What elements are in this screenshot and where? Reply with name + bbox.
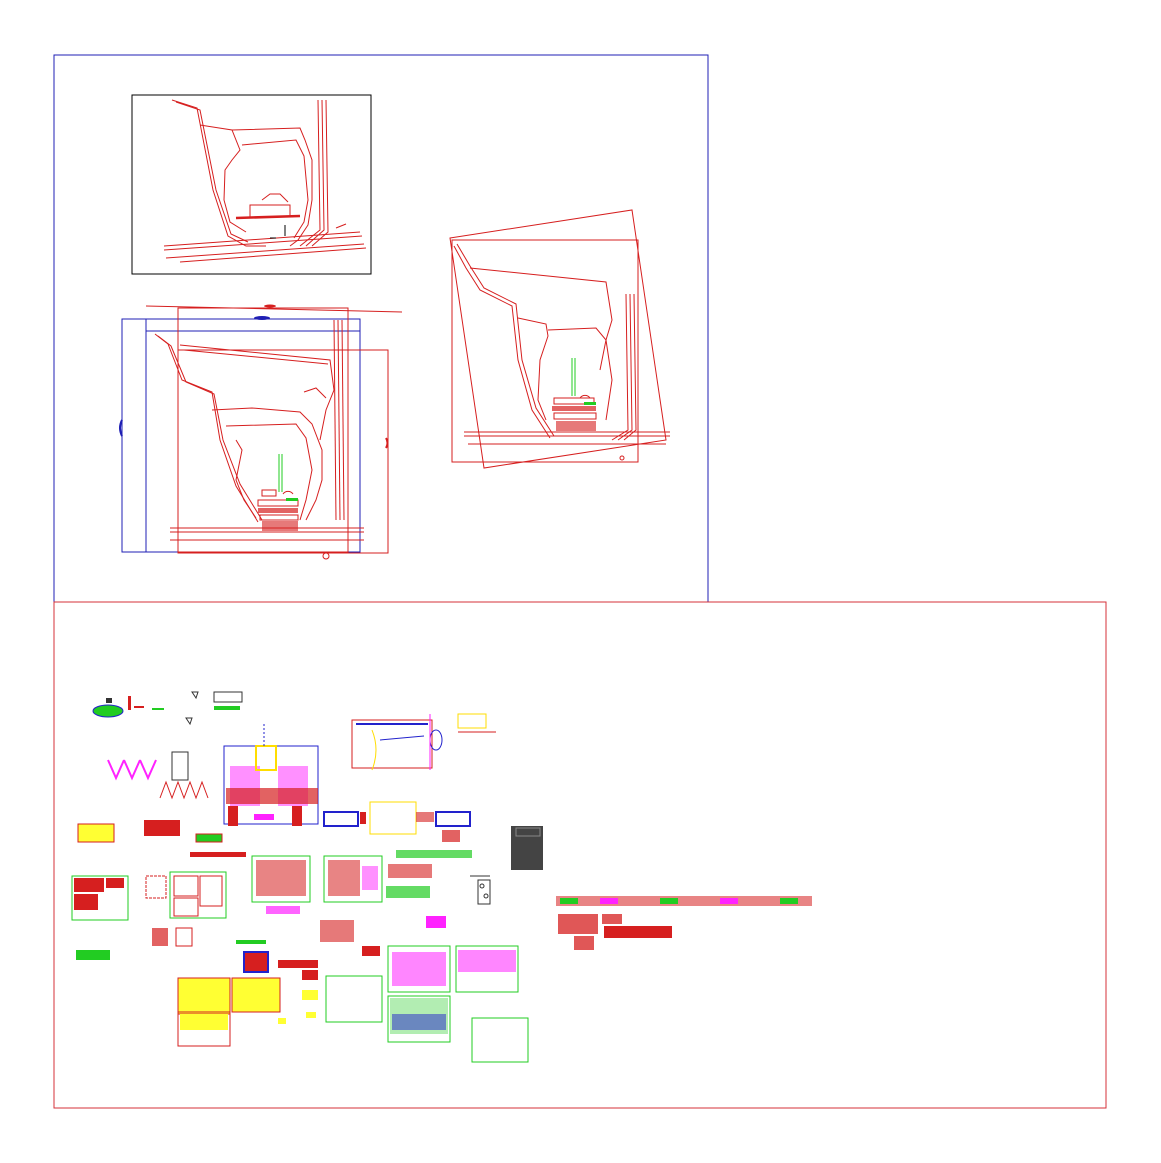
plan-view-2-detail — [257, 454, 299, 531]
detail-logo-cluster — [92, 691, 243, 726]
detail-v-shapes — [107, 759, 157, 781]
detail-tile-grid — [236, 940, 318, 980]
cad-drawing-canvas[interactable] — [0, 0, 1161, 1163]
detail-dark-block — [511, 826, 543, 870]
detail-building-plan — [223, 724, 319, 826]
detail-right-strip — [556, 896, 812, 950]
detail-section-sheet — [351, 713, 496, 771]
plan-view-1-frame — [131, 94, 372, 275]
plan-view-1[interactable] — [131, 94, 372, 275]
detail-green-sheets — [251, 801, 529, 1063]
detail-comb — [159, 751, 209, 800]
plan-view-2[interactable] — [119, 304, 403, 560]
plan-view-3-detail — [552, 358, 597, 431]
plan-view-3[interactable] — [449, 209, 670, 469]
plan-view-1-outline — [163, 99, 367, 263]
detail-column — [470, 875, 491, 905]
detail-tiles-left — [71, 820, 246, 960]
detail-sheets[interactable] — [71, 691, 812, 1063]
plan-view-2-frame — [121, 318, 361, 553]
detail-yellow-sheets — [177, 977, 318, 1047]
